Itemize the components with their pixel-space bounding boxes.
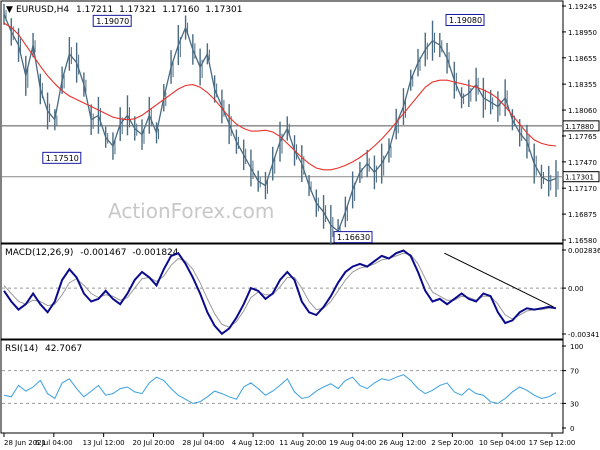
price-header: EURUSD,H4 1.17211 1.17321 1.17160 1.1730…	[16, 5, 243, 15]
rsi-tick-label: 100	[570, 343, 583, 351]
rsi-tick-label: 30	[570, 400, 579, 408]
macd-label: MACD(12,26,9)	[5, 248, 73, 258]
high-value: 1.17321	[119, 5, 156, 15]
price-tick-label: 1.17765	[568, 133, 597, 141]
level-tag-label: 1.17880	[565, 123, 594, 131]
chart-canvas: ▼ EURUSD,H4 1.17211 1.17321 1.17160 1.17…	[0, 0, 600, 447]
price-tick-label: 1.18060	[568, 107, 597, 115]
macd-tick-label: 0.002836	[568, 247, 600, 255]
rsi-value: 42.7067	[45, 344, 82, 354]
x-tick-label: 10 Sep 04:00	[479, 439, 526, 447]
symbol-label: EURUSD,H4	[16, 5, 69, 15]
price-annotation-label: 1.16630	[337, 233, 370, 242]
open-value: 1.17211	[76, 5, 113, 15]
x-tick-label: 6 Jul 04:00	[35, 439, 73, 447]
price-tick-label: 1.17470	[568, 159, 597, 167]
x-tick-label: 19 Aug 04:00	[329, 439, 376, 447]
x-tick-label: 28 Jul 04:00	[182, 439, 224, 447]
macd-tick-label: 0.00	[568, 285, 584, 293]
rsi-label: RSI(14)	[5, 344, 38, 354]
price-tick-label: 1.18355	[568, 81, 597, 89]
x-tick-label: 17 Sep 12:00	[529, 439, 576, 447]
level-tag-label: 1.17301	[565, 174, 594, 182]
price-annotation-label: 1.19070	[96, 17, 129, 26]
x-tick-label: 20 Jul 20:00	[132, 439, 174, 447]
close-value: 1.17301	[205, 5, 242, 15]
rsi-panel	[0, 339, 564, 434]
chart-window: ▼ EURUSD,H4 1.17211 1.17321 1.17160 1.17…	[0, 0, 600, 450]
axis-layer: 28 Jun 20216 Jul 04:00 13 Jul 12:00 20 Jul…	[3, 433, 576, 447]
rsi-tick-label: 70	[570, 368, 579, 376]
macd-panel	[0, 243, 564, 340]
low-value: 1.17160	[162, 5, 199, 15]
macd-header: MACD(12,26,9) -0.001467 -0.001824	[5, 248, 179, 258]
watermark: ActionForex.com	[108, 199, 274, 223]
x-tick-label: 26 Aug 12:00	[379, 439, 426, 447]
rsi-tick-label: 0	[570, 425, 574, 433]
price-annotation-label: 1.19080	[449, 16, 482, 25]
price-tick-label: 1.17170	[568, 185, 597, 193]
macd-tick-label: -0.003415	[568, 331, 600, 339]
price-panel	[0, 0, 564, 244]
price-tick-label: 1.16875	[568, 211, 597, 219]
price-tick-label: 1.18950	[568, 29, 597, 37]
chart-header-arrow: ▼	[6, 5, 13, 15]
x-tick-label: 4 Aug 12:00	[232, 439, 275, 447]
x-tick-label: 13 Jul 12:00	[83, 439, 125, 447]
price-tick-label: 1.16580	[568, 237, 597, 245]
x-tick-label: 11 Aug 20:00	[279, 439, 326, 447]
macd-value: -0.001467	[80, 248, 126, 258]
price-tick-label: 1.19245	[568, 3, 597, 11]
price-tick-label: 1.18655	[568, 55, 597, 63]
x-tick-label: 2 Sep 20:00	[431, 439, 473, 447]
price-annotation-label: 1.17510	[46, 154, 79, 163]
